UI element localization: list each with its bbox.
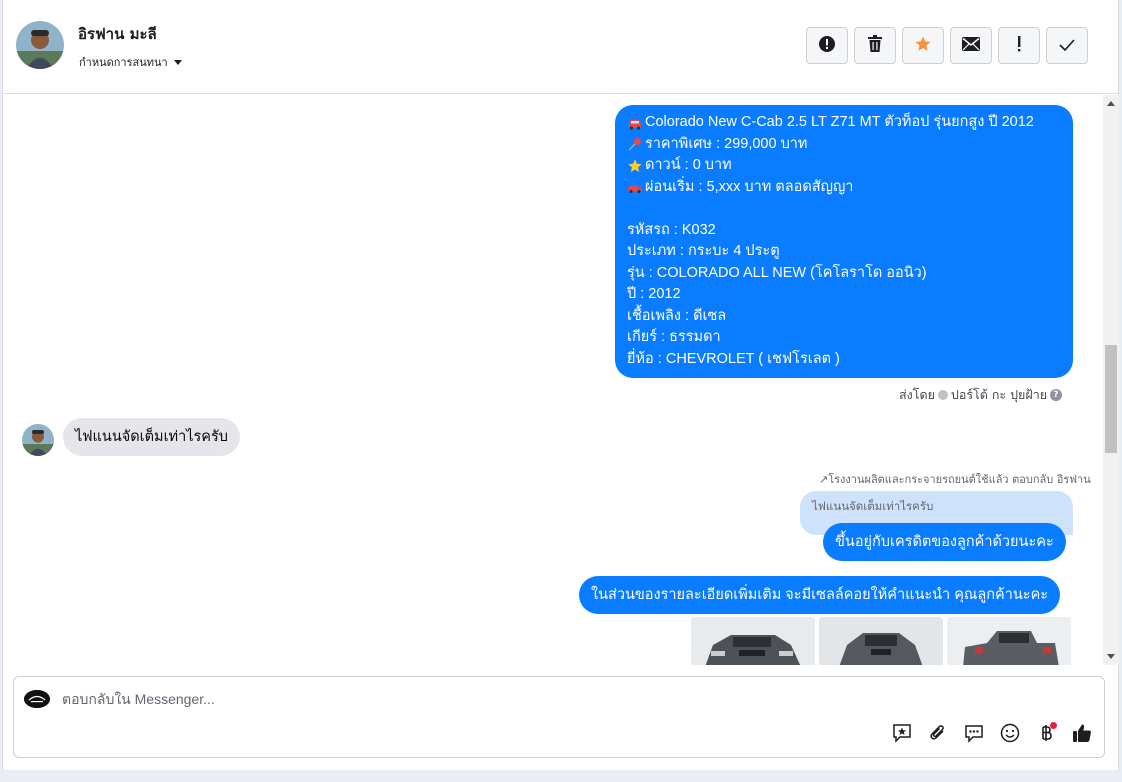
listing-line: รุ่น : COLORADO ALL NEW (โคโลราโด ออนิว) <box>627 263 1061 285</box>
conversation-header: อิรฟาน มะลี กำหนดการสนทนา <box>3 0 1118 94</box>
listing-line: ดาวน์ : 0 บาท <box>627 155 1061 177</box>
assign-conversation-label: กำหนดการสนทนา <box>79 56 168 69</box>
listing-down-payment: ดาวน์ : 0 บาท <box>645 157 732 173</box>
contact-avatar-small[interactable] <box>22 424 54 456</box>
listing-year: ปี : 2012 <box>627 286 681 302</box>
listing-fuel: เชื้อเพลิง : ดีเซล <box>627 307 727 324</box>
listing-installment: ผ่อนเริ่ม : 5,xxx บาท ตลอดสัญญา <box>645 178 854 195</box>
listing-brand: ยี่ห้อ : CHEVROLET ( เชฟโรเลต ) <box>627 350 840 367</box>
listing-price: ราคาพิเศษ : 299,000 บาท <box>645 135 808 152</box>
contact-avatar[interactable] <box>16 21 64 69</box>
mark-done-button[interactable] <box>1046 27 1088 64</box>
mail-icon <box>962 36 980 55</box>
reply-composer <box>13 676 1105 758</box>
car-icon <box>627 115 643 131</box>
header-actions <box>806 27 1088 64</box>
reply-message[interactable]: ขึ้นอยู่กับเครดิตของลูกค้าด้วยนะคะ <box>823 523 1066 561</box>
listing-line: เชื้อเพลิง : ดีเซล <box>627 306 1061 328</box>
message-scrollbar[interactable] <box>1103 95 1119 665</box>
composer-tools <box>890 722 1094 747</box>
reply-meta: ↗โรงงานผลิตและกระจายรถยนต์ใช้แล้ว ตอบกลั… <box>819 470 1091 488</box>
quick-replies-button[interactable] <box>962 723 986 747</box>
trash-icon <box>867 35 883 56</box>
star-icon <box>627 158 643 174</box>
like-button[interactable] <box>1070 723 1094 747</box>
photo-attachments <box>691 617 1071 665</box>
assign-conversation-dropdown[interactable]: กำหนดการสนทนา <box>79 53 182 71</box>
paperclip-icon <box>927 722 949 748</box>
payment-button[interactable] <box>1034 722 1058 747</box>
attach-button[interactable] <box>926 723 950 747</box>
scroll-up-arrow-icon[interactable] <box>1107 101 1115 106</box>
car-listing-message[interactable]: Colorado New C-Cab 2.5 LT Z71 MT ตัวท็อป… <box>615 105 1073 378</box>
listing-line <box>627 198 1061 220</box>
message-thread[interactable]: Colorado New C-Cab 2.5 LT Z71 MT ตัวท็อป… <box>3 95 1103 665</box>
listing-type: ประเภท : กระบะ 4 ประตู <box>627 243 780 259</box>
message-input[interactable] <box>62 687 862 711</box>
help-icon[interactable]: ? <box>1050 389 1063 401</box>
saved-reply-button[interactable] <box>890 723 914 747</box>
mark-spam-button[interactable] <box>806 27 848 64</box>
info-message[interactable]: ในส่วนของรายละเอียดเพิ่มเติม จะมีเซลล์คอ… <box>579 576 1061 614</box>
listing-line: ประเภท : กระบะ 4 ประตู <box>627 241 1061 263</box>
notification-dot <box>1050 722 1057 729</box>
listing-gear: เกียร์ : ธรรมดา <box>627 329 721 345</box>
listing-line: ยี่ห้อ : CHEVROLET ( เชฟโรเลต ) <box>627 349 1061 371</box>
verified-icon <box>937 390 948 400</box>
page-logo <box>24 690 50 708</box>
star-button[interactable] <box>902 27 944 64</box>
thumbs-up-icon <box>1071 722 1093 748</box>
smiley-icon <box>999 722 1021 748</box>
reply-arrow-icon: ↗ <box>819 473 829 486</box>
sent-by-name[interactable]: ปอร์โต้ กะ ปุยฝ้าย <box>951 385 1047 405</box>
listing-line: Colorado New C-Cab 2.5 LT Z71 MT ตัวท็อป… <box>627 112 1061 134</box>
listing-line: รหัสรถ : K032 <box>627 220 1061 242</box>
listing-line: ปี : 2012 <box>627 284 1061 306</box>
contact-name: อิรฟาน มะลี <box>78 25 157 43</box>
mark-unread-button[interactable] <box>950 27 992 64</box>
sent-by-info: ส่งโดย ปอร์โต้ กะ ปุยฝ้าย ? <box>899 385 1063 405</box>
chat-bubbles-icon <box>963 722 985 748</box>
alert-circle-icon <box>818 35 836 57</box>
emoji-button[interactable] <box>998 723 1022 747</box>
follow-up-button[interactable] <box>998 27 1040 64</box>
exclamation-icon <box>1016 35 1022 56</box>
check-icon <box>1059 36 1075 55</box>
delete-button[interactable] <box>854 27 896 64</box>
listing-code: รหัสรถ : K032 <box>627 221 716 238</box>
listing-title: Colorado New C-Cab 2.5 LT Z71 MT ตัวท็อป… <box>645 114 1034 130</box>
listing-line: ราคาพิเศษ : 299,000 บาท <box>627 134 1061 156</box>
listing-model: รุ่น : COLORADO ALL NEW (โคโลราโด ออนิว) <box>627 264 927 281</box>
scroll-down-arrow-icon[interactable] <box>1107 654 1115 659</box>
conversation-panel: อิรฟาน มะลี กำหนดการสนทนา Colorado New C… <box>2 0 1119 770</box>
reply-meta-text: โรงงานผลิตและกระจายรถยนต์ใช้แล้ว ตอบกลับ… <box>828 473 1091 486</box>
scroll-thumb[interactable] <box>1105 345 1117 453</box>
pushpin-icon <box>627 136 643 152</box>
car-icon <box>627 179 643 195</box>
incoming-message[interactable]: ไฟแนนจัดเต็มเท่าไรครับ <box>63 418 241 456</box>
saved-reply-icon <box>891 722 913 748</box>
star-icon <box>914 35 932 57</box>
car-photo[interactable] <box>691 617 815 665</box>
car-photo[interactable] <box>819 617 943 665</box>
listing-line: ผ่อนเริ่ม : 5,xxx บาท ตลอดสัญญา <box>627 177 1061 199</box>
sent-by-label: ส่งโดย <box>899 387 935 402</box>
car-photo[interactable] <box>947 617 1071 665</box>
caret-down-icon <box>173 59 182 65</box>
listing-line: เกียร์ : ธรรมดา <box>627 327 1061 349</box>
